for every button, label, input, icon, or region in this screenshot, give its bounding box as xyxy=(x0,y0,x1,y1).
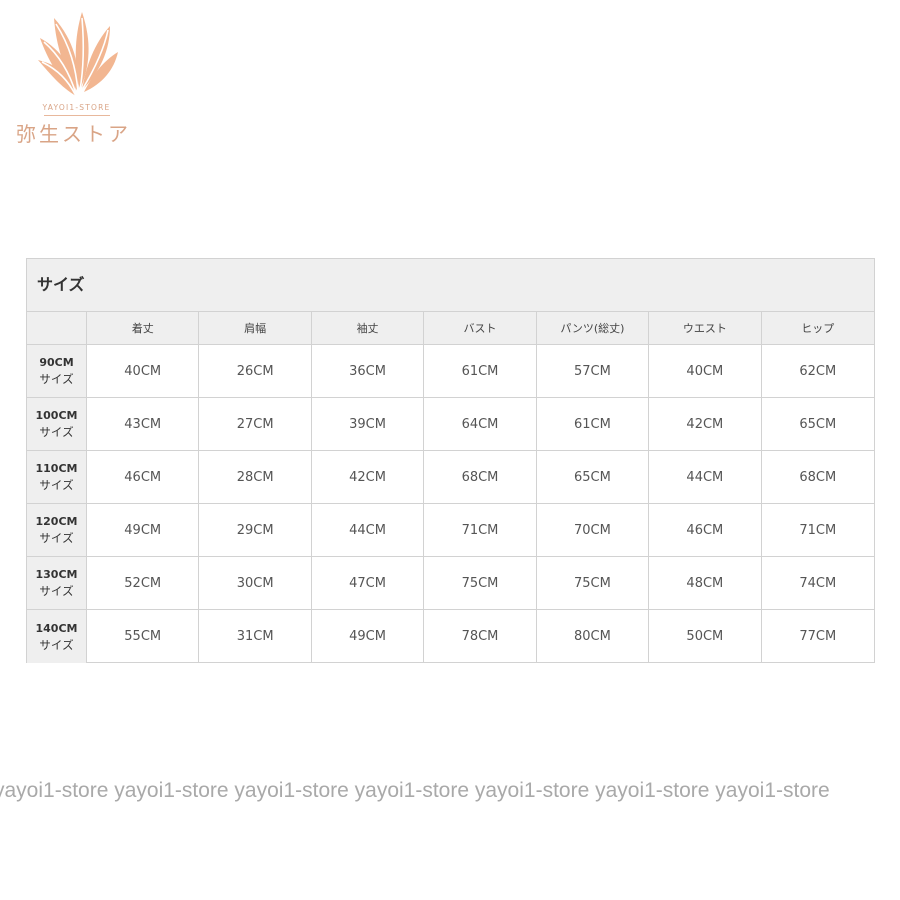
table-cell: 61CM xyxy=(424,345,537,398)
table-cell: 48CM xyxy=(649,557,762,610)
table-cell: 40CM xyxy=(87,345,200,398)
table-cell: 74CM xyxy=(761,557,874,610)
row-size-label: 130CM xyxy=(35,568,78,581)
table-cell: 68CM xyxy=(424,451,537,504)
row-header: 130CM サイズ xyxy=(27,557,87,610)
size-chart-table: サイズ 着丈 肩幅 袖丈 バスト パンツ(総丈) ウエスト ヒップ 90CM サイズ 40CM 26… xyxy=(26,258,875,663)
row-unit-label: サイズ xyxy=(39,478,74,492)
table-cell: 64CM xyxy=(424,398,537,451)
table-cell: 31CM xyxy=(199,610,312,663)
column-header: 袖丈 xyxy=(311,312,425,345)
logo-divider xyxy=(44,115,110,116)
row-size-label: 140CM xyxy=(35,621,78,635)
table-cell: 47CM xyxy=(311,557,425,610)
table-cell: 65CM xyxy=(536,451,650,504)
row-size-label: 90CM xyxy=(39,356,74,369)
row-unit-label: サイズ xyxy=(39,584,74,598)
row-size-label: 100CM xyxy=(35,409,78,422)
table-cell: 78CM xyxy=(424,610,537,663)
table-cell: 57CM xyxy=(536,345,650,398)
table-cell: 43CM xyxy=(87,398,200,451)
table-cell: 50CM xyxy=(649,610,762,663)
table-cell: 71CM xyxy=(424,504,537,557)
table-cell: 77CM xyxy=(799,629,837,644)
table-cell: 26CM xyxy=(199,345,312,398)
size-grid: 着丈 肩幅 袖丈 バスト パンツ(総丈) ウエスト ヒップ 90CM サイズ 40CM 26CM 36… xyxy=(27,312,874,663)
table-cell: 28CM xyxy=(199,451,312,504)
table-cell: 36CM xyxy=(311,345,425,398)
row-unit-label: サイズ xyxy=(39,531,74,545)
column-header: パンツ(総丈) xyxy=(536,312,650,345)
column-header: ヒップ xyxy=(761,312,874,345)
corner-cell xyxy=(27,312,87,345)
row-unit-label: サイズ xyxy=(39,637,74,652)
table-cell: 30CM xyxy=(199,557,312,610)
table-cell: 49CM xyxy=(87,504,200,557)
row-header: 120CM サイズ xyxy=(27,504,87,557)
table-cell: 52CM xyxy=(87,557,200,610)
row-header: 90CM サイズ xyxy=(27,345,87,398)
table-cell: 80CM xyxy=(537,610,650,663)
row-size-label: 110CM xyxy=(35,462,78,475)
logo-japanese-name: 弥生ストア xyxy=(16,122,131,146)
table-cell: 42CM xyxy=(649,398,762,451)
table-cell: 46CM xyxy=(649,504,762,557)
column-header: バスト xyxy=(424,312,537,345)
table-cell: 49CM xyxy=(312,610,425,663)
table-cell: 46CM xyxy=(87,451,200,504)
table-cell: 29CM xyxy=(199,504,312,557)
table-cell: 75CM xyxy=(536,557,650,610)
row-header: 100CM サイズ xyxy=(27,398,87,451)
table-cell: 75CM xyxy=(424,557,537,610)
table-cell: 27CM xyxy=(199,398,312,451)
logo-store-name: YAYOI1-STORE xyxy=(42,103,111,112)
table-cell: 42CM xyxy=(311,451,425,504)
table-title: サイズ xyxy=(27,259,874,312)
table-cell: 71CM xyxy=(761,504,874,557)
row-header: 110CM サイズ xyxy=(27,451,87,504)
watermark: yayoi1-store yayoi1-store yayoi1-store y… xyxy=(0,779,830,802)
column-header: 肩幅 xyxy=(199,312,312,345)
column-header: ウエスト xyxy=(649,312,762,345)
table-cell: 55CM xyxy=(87,610,200,663)
row-unit-label: サイズ xyxy=(39,425,74,439)
store-logo: YAYOI1-STORE 弥生ストア xyxy=(14,8,144,146)
row-unit-label: サイズ xyxy=(39,372,74,386)
column-header: 着丈 xyxy=(87,312,200,345)
leaf-icon xyxy=(38,12,118,97)
row-header: 140CM サイズ xyxy=(27,610,87,663)
table-cell: 39CM xyxy=(311,398,425,451)
table-cell: 68CM xyxy=(761,451,874,504)
table-cell: 44CM xyxy=(311,504,425,557)
table-cell: 61CM xyxy=(536,398,650,451)
table-cell: 44CM xyxy=(649,451,762,504)
table-cell: 70CM xyxy=(536,504,650,557)
row-size-label: 120CM xyxy=(35,515,78,528)
table-cell: 40CM xyxy=(649,345,762,398)
table-cell: 65CM xyxy=(761,398,874,451)
table-cell: 62CM xyxy=(761,345,874,398)
